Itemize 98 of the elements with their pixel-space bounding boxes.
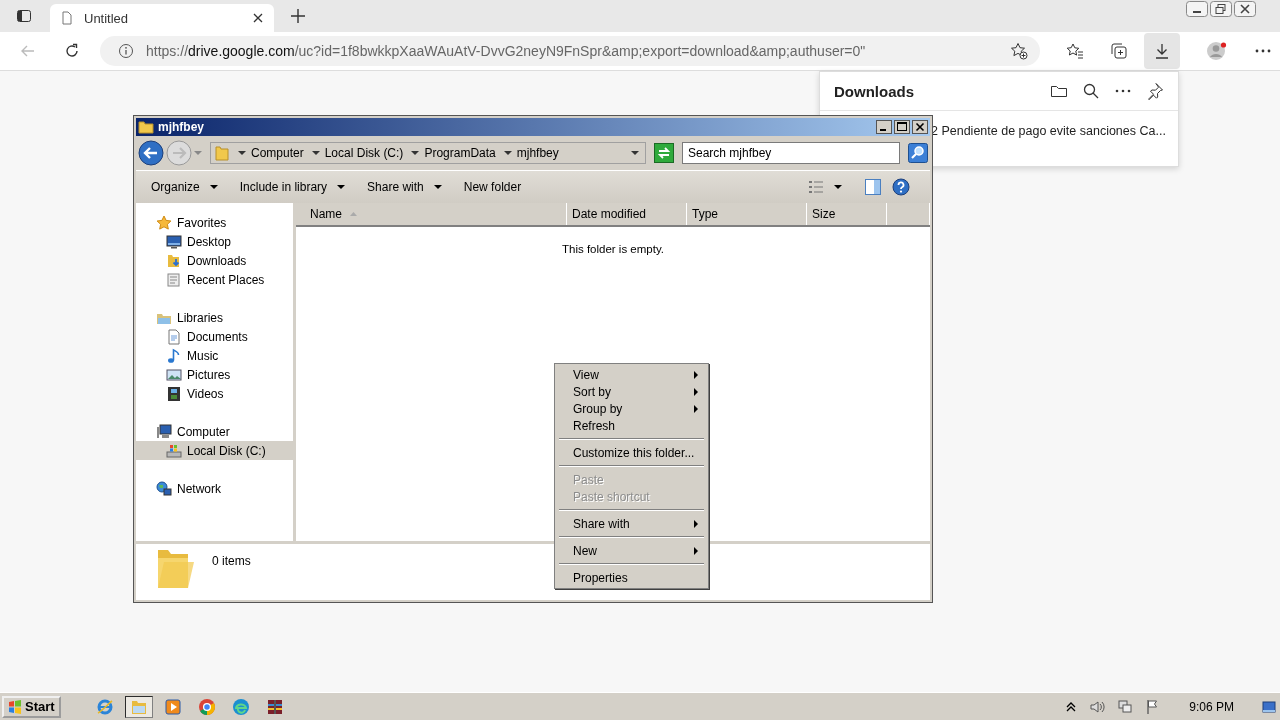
film-icon xyxy=(166,385,182,402)
toolbar-button[interactable]: New folder xyxy=(460,180,525,194)
nav-item[interactable]: Recent Places xyxy=(136,270,293,289)
show-hidden-icons[interactable] xyxy=(1065,700,1078,713)
pictures-icon xyxy=(166,366,182,383)
download-folder-icon xyxy=(166,252,182,269)
breadcrumb-item[interactable]: mjhfbey xyxy=(516,146,559,160)
volume-icon[interactable] xyxy=(1089,698,1106,715)
recent-places-icon xyxy=(166,271,182,288)
nav-item[interactable]: Documents xyxy=(136,327,293,346)
music-note-icon xyxy=(166,347,182,364)
close-icon[interactable] xyxy=(912,120,928,134)
empty-folder-message: This folder is empty. xyxy=(561,243,664,255)
nav-item[interactable]: Pictures xyxy=(136,365,293,384)
preview-pane-icon[interactable] xyxy=(864,178,882,196)
nav-item[interactable]: Computer xyxy=(136,422,293,441)
document-icon xyxy=(60,11,74,25)
play-icon xyxy=(163,697,182,716)
collections-icon[interactable] xyxy=(1110,42,1128,60)
breadcrumb-item[interactable]: ProgramData xyxy=(424,146,496,160)
menu-item[interactable]: View xyxy=(557,366,706,383)
globe-icon xyxy=(156,480,172,497)
caret-icon[interactable] xyxy=(630,149,639,157)
address-bar[interactable]: Computer Local Disk (C:) ProgramData mjhfbey xyxy=(210,142,646,164)
nav-item[interactable]: Libraries xyxy=(136,308,293,327)
close-icon[interactable] xyxy=(252,12,264,24)
show-desktop-icon[interactable] xyxy=(1262,699,1276,714)
breadcrumb-item[interactable]: Computer xyxy=(251,146,304,160)
nav-item[interactable]: Videos xyxy=(136,384,293,403)
column-header[interactable]: Size xyxy=(807,203,887,225)
nav-item[interactable]: Downloads xyxy=(136,251,293,270)
column-header[interactable]: Type xyxy=(687,203,807,225)
folder-icon xyxy=(138,119,154,135)
menu-item[interactable]: Share with xyxy=(557,515,706,532)
document-icon xyxy=(166,328,182,345)
edge-icon xyxy=(231,697,250,716)
menu-item[interactable]: Sort by xyxy=(557,383,706,400)
menu-item[interactable]: Group by xyxy=(557,400,706,417)
profile-avatar-icon[interactable] xyxy=(1206,40,1228,62)
column-header[interactable]: Date modified xyxy=(567,203,687,225)
toolbar-button[interactable]: Organize xyxy=(148,180,221,194)
item-count: 0 items xyxy=(212,554,251,568)
minimize-icon[interactable] xyxy=(876,120,892,134)
minimize-icon[interactable] xyxy=(1186,1,1208,17)
taskbar-button[interactable] xyxy=(124,695,153,718)
refresh-icon[interactable] xyxy=(64,43,80,59)
browser-tab[interactable]: Untitled xyxy=(50,4,274,32)
menu-item[interactable]: Properties xyxy=(557,569,706,586)
window-title: mjhfbey xyxy=(158,120,205,134)
nav-item[interactable]: Network xyxy=(136,479,293,498)
nav-item[interactable]: Local Disk (C:) xyxy=(136,441,293,460)
menu-item[interactable]: Customize this folder... xyxy=(557,444,706,461)
download-icon xyxy=(1153,42,1171,60)
caret-icon[interactable] xyxy=(503,149,512,157)
new-tab-icon[interactable] xyxy=(290,8,306,24)
restore-icon[interactable] xyxy=(1210,1,1232,17)
caret-icon[interactable] xyxy=(411,149,420,157)
nav-item[interactable]: Desktop xyxy=(136,232,293,251)
drive-icon xyxy=(166,442,182,459)
favorites-icon[interactable] xyxy=(1066,42,1084,60)
column-header[interactable]: Name xyxy=(296,203,567,225)
caret-icon[interactable] xyxy=(238,149,246,157)
menu-item[interactable]: New xyxy=(557,542,706,559)
maximize-icon[interactable] xyxy=(894,120,910,134)
network-icon[interactable] xyxy=(1117,698,1134,715)
info-icon xyxy=(118,43,134,59)
pin-icon[interactable] xyxy=(1146,82,1164,100)
chrome-icon xyxy=(197,697,216,716)
address-field[interactable]: https://drive.google.com/uc?id=1f8bwkkpXaaWAuAtV-DvvG2neyN9FnSpr&amp;export=download&amp;authuser=0" xyxy=(100,36,1040,66)
caret-icon[interactable] xyxy=(834,183,842,191)
add-favorite-icon[interactable] xyxy=(1010,42,1028,60)
back-icon[interactable] xyxy=(138,140,164,166)
monitor-icon xyxy=(166,233,182,250)
nav-item[interactable]: Favorites xyxy=(136,213,293,232)
archive-icon xyxy=(265,697,284,716)
view-list-icon[interactable] xyxy=(808,179,824,195)
sidebar-icon[interactable] xyxy=(16,8,32,24)
menu-item[interactable]: Refresh xyxy=(557,417,706,434)
star-icon xyxy=(156,214,172,231)
help-icon[interactable] xyxy=(892,178,910,196)
start-button[interactable]: Start xyxy=(2,695,61,718)
search-icon[interactable] xyxy=(908,143,928,163)
breadcrumb-item[interactable]: Local Disk (C:) xyxy=(324,146,404,160)
windows-logo-icon xyxy=(8,699,22,714)
caret-icon[interactable] xyxy=(311,149,320,157)
downloads-button[interactable] xyxy=(1144,33,1180,69)
search-field[interactable]: Search mjhfbey xyxy=(681,142,900,164)
toolbar-button[interactable]: Share with xyxy=(364,180,445,194)
folder-icon xyxy=(214,145,230,161)
computer-icon xyxy=(156,423,172,440)
search-icon[interactable] xyxy=(1082,82,1100,100)
nav-item[interactable]: Music xyxy=(136,346,293,365)
browser-e-icon xyxy=(95,697,114,716)
clock[interactable]: 9:06 PM xyxy=(1189,699,1234,714)
close-icon[interactable] xyxy=(1234,1,1256,17)
toolbar-button[interactable]: Include in library xyxy=(236,180,349,194)
panel-title: Downloads xyxy=(834,82,915,100)
refresh-icon[interactable] xyxy=(653,143,674,163)
